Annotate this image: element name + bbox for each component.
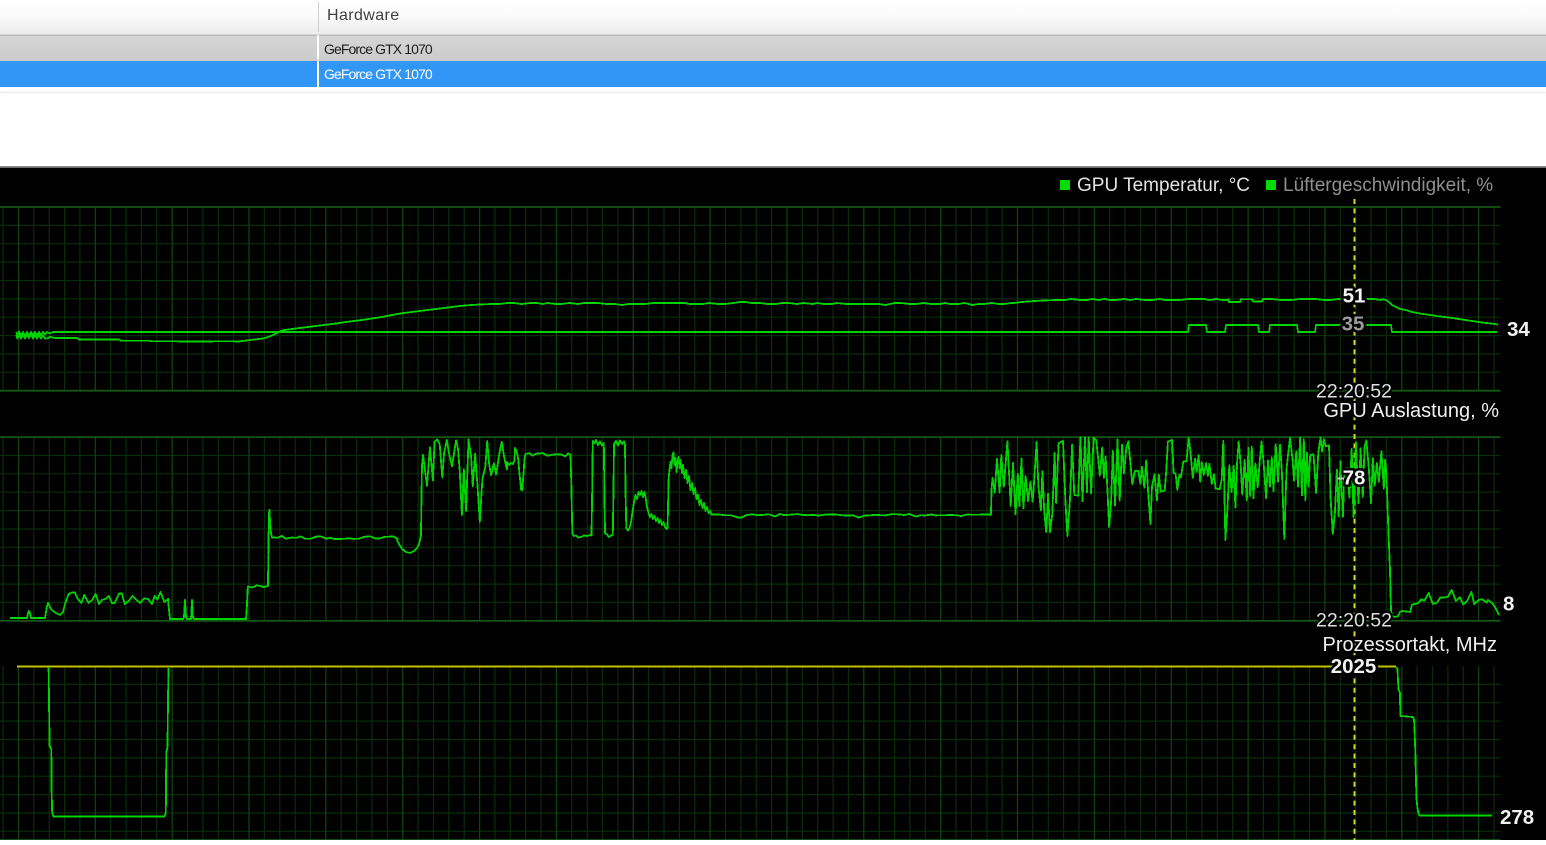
svg-text:51: 51: [1343, 285, 1366, 308]
svg-text:Prozessortakt, MHz: Prozessortakt, MHz: [1323, 634, 1497, 656]
svg-text:2025: 2025: [1331, 655, 1377, 678]
svg-text:78: 78: [1343, 467, 1366, 490]
svg-text:Lüftergeschwindigkeit, %: Lüftergeschwindigkeit, %: [1283, 175, 1493, 196]
svg-text:GPU Temperatur, °C: GPU Temperatur, °C: [1077, 175, 1250, 196]
svg-text:22:20:52: 22:20:52: [1316, 610, 1392, 632]
svg-text:35: 35: [1342, 313, 1365, 336]
svg-text:34: 34: [1507, 318, 1530, 341]
svg-text:278: 278: [1500, 806, 1534, 829]
svg-text:8: 8: [1503, 593, 1514, 616]
svg-text:GPU Auslastung, %: GPU Auslastung, %: [1323, 400, 1499, 422]
